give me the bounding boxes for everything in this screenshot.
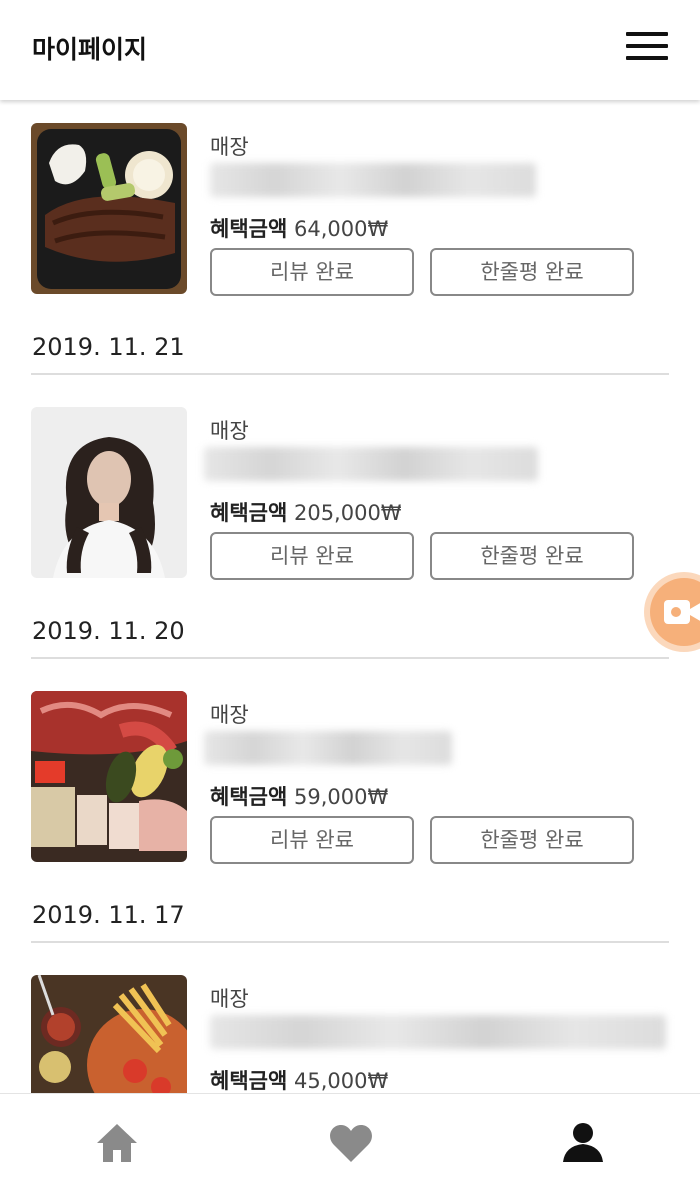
store-name-redacted	[204, 731, 452, 765]
benefit-amount: 혜택금액 45,000₩	[210, 1069, 389, 1093]
hamburger-menu-icon[interactable]	[626, 32, 668, 62]
store-name-redacted	[210, 163, 536, 197]
steak-photo	[31, 123, 187, 294]
page-title: 마이페이지	[32, 35, 148, 64]
order-list: 매장 혜택금액 64,000₩ 리뷰 완료 한줄평 완료 2019. 11. 2…	[0, 100, 700, 1093]
store-name-redacted	[204, 447, 538, 481]
heart-icon[interactable]	[328, 1120, 374, 1166]
hair-model-photo	[31, 407, 187, 578]
app-header: 마이페이지	[0, 0, 700, 100]
store-label: 매장	[210, 419, 249, 443]
date-header: 2019. 11. 17	[31, 893, 669, 943]
store-label: 매장	[210, 987, 249, 1011]
order-card[interactable]: 매장 혜택금액 59,000₩ 리뷰 완료 한줄평 완료	[0, 691, 700, 881]
date-header: 2019. 11. 21	[31, 325, 669, 375]
benefit-amount: 혜택금액 59,000₩	[210, 785, 389, 809]
store-label: 매장	[210, 135, 249, 159]
person-icon[interactable]	[560, 1120, 606, 1166]
benefit-amount: 혜택금액 64,000₩	[210, 217, 389, 241]
order-card[interactable]: 매장 혜택금액 45,000₩	[0, 975, 700, 1093]
bottom-tab-bar	[0, 1093, 700, 1189]
date-header: 2019. 11. 20	[31, 609, 669, 659]
oneline-review-done-button[interactable]: 한줄평 완료	[430, 532, 634, 580]
benefit-amount: 혜택금액 205,000₩	[210, 501, 402, 525]
review-done-button[interactable]: 리뷰 완료	[210, 816, 414, 864]
oneline-review-done-button[interactable]: 한줄평 완료	[430, 816, 634, 864]
review-done-button[interactable]: 리뷰 완료	[210, 248, 414, 296]
order-card[interactable]: 매장 혜택금액 205,000₩ 리뷰 완료 한줄평 완료	[0, 407, 700, 597]
pizza-fries-photo	[31, 975, 187, 1093]
store-label: 매장	[210, 703, 249, 727]
home-icon[interactable]	[94, 1120, 140, 1166]
order-card[interactable]: 매장 혜택금액 64,000₩ 리뷰 완료 한줄평 완료	[0, 123, 700, 313]
store-name-redacted	[210, 1015, 666, 1049]
bbq-platter-photo	[31, 691, 187, 862]
review-done-button[interactable]: 리뷰 완료	[210, 532, 414, 580]
oneline-review-done-button[interactable]: 한줄평 완료	[430, 248, 634, 296]
